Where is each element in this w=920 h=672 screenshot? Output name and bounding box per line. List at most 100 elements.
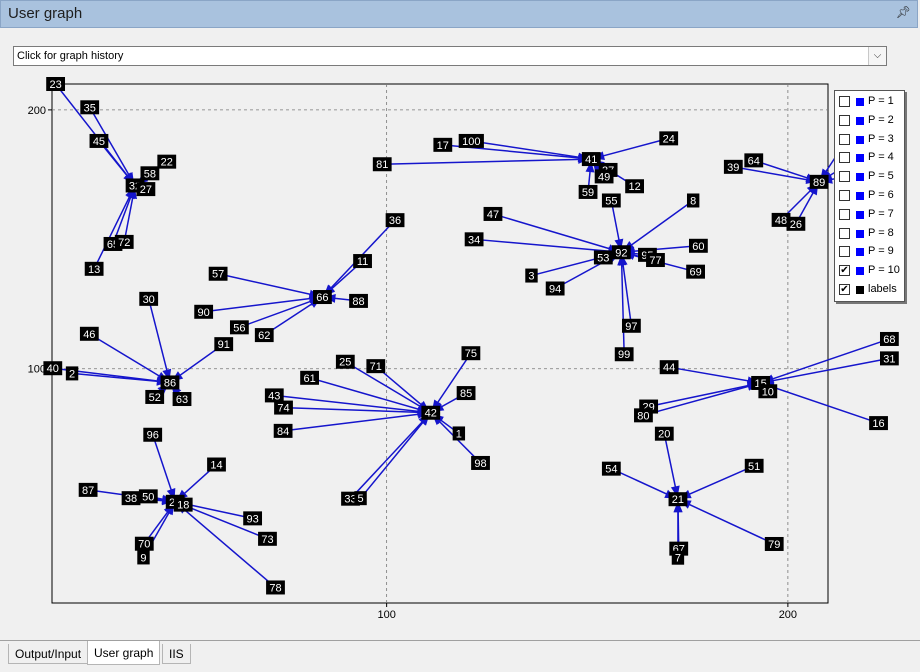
node-label: 54	[605, 464, 617, 476]
node-36: 36	[385, 213, 405, 228]
legend-item-11[interactable]: ✔ labels	[839, 282, 905, 298]
node-23: 23	[46, 77, 66, 91]
node-46: 46	[79, 326, 99, 341]
node-34: 34	[464, 232, 484, 247]
node-84: 84	[273, 423, 293, 438]
node-label: 34	[468, 234, 480, 246]
legend-item-7[interactable]: P = 7	[839, 207, 905, 223]
node-68: 68	[879, 331, 899, 346]
node-label: 42	[425, 408, 437, 420]
legend-checkbox[interactable]: ✔	[839, 284, 850, 295]
node-8: 8	[686, 193, 700, 208]
node-96: 96	[143, 427, 163, 442]
node-label: 74	[277, 403, 289, 415]
legend-item-2[interactable]: P = 2	[839, 113, 905, 129]
legend-item-4[interactable]: P = 4	[839, 150, 905, 166]
node-label: 36	[389, 215, 401, 227]
legend: P = 1 P = 2 P = 3 P = 4 P = 5 P = 6 P = 7 P = 8…	[834, 90, 905, 302]
legend-item-1[interactable]: P = 1	[839, 94, 905, 110]
node-label: 96	[147, 430, 159, 442]
node-label: 49	[598, 171, 610, 183]
node-label: 77	[649, 255, 661, 267]
legend-checkbox[interactable]	[839, 114, 850, 126]
node-73: 73	[258, 531, 277, 546]
node-label: 73	[261, 534, 273, 546]
node-18: 18	[173, 497, 193, 512]
node-94: 94	[545, 281, 565, 296]
legend-checkbox[interactable]	[839, 227, 850, 239]
graph-history-value: Click for graph history	[17, 50, 124, 62]
node-60: 60	[688, 238, 708, 253]
node-64: 64	[744, 153, 764, 168]
chevron-down-icon[interactable]: ⌵	[868, 47, 886, 65]
node-11: 11	[353, 254, 372, 269]
legend-swatch	[856, 286, 864, 294]
node-13: 13	[84, 261, 104, 276]
node-42: 42	[421, 405, 441, 420]
node-label: 69	[689, 267, 701, 279]
node-22: 22	[157, 154, 177, 169]
node-93: 93	[243, 511, 263, 526]
node-35: 35	[80, 100, 100, 115]
node-label: 58	[144, 168, 156, 180]
window-title: User graph	[8, 5, 83, 22]
node-label: 87	[82, 485, 94, 497]
y-tick-label: 100	[28, 364, 46, 376]
tab-user-graph[interactable]: User graph	[87, 641, 161, 665]
node-label: 56	[233, 322, 245, 334]
legend-checkbox[interactable]	[839, 208, 850, 220]
legend-item-5[interactable]: P = 5	[839, 169, 905, 185]
tab-iis[interactable]: IIS	[162, 644, 191, 664]
legend-label: P = 1	[868, 95, 894, 107]
tab-output-input[interactable]: Output/Input	[8, 644, 89, 664]
node-39: 39	[723, 159, 743, 174]
node-label: 81	[376, 159, 388, 171]
x-tick-label: 200	[779, 609, 797, 621]
node-label: 94	[549, 283, 561, 295]
graph-history-select[interactable]: Click for graph history ⌵	[13, 46, 887, 66]
node-27: 27	[136, 182, 156, 197]
pin-icon[interactable]: 📌︎	[896, 5, 911, 19]
legend-checkbox[interactable]	[839, 190, 850, 201]
node-label: 50	[142, 491, 154, 503]
node-label: 17	[437, 140, 449, 152]
legend-checkbox[interactable]: ✔	[839, 265, 850, 277]
legend-swatch	[856, 154, 864, 163]
legend-checkbox[interactable]	[839, 246, 850, 258]
legend-item-8[interactable]: P = 8	[839, 226, 905, 242]
window-titlebar: User graph 📌︎	[0, 0, 918, 28]
node-86: 86	[160, 375, 180, 390]
legend-item-10[interactable]: ✔ P = 10	[839, 263, 905, 279]
node-label: 59	[582, 187, 594, 199]
legend-item-9[interactable]: P = 9	[839, 244, 905, 260]
legend-checkbox[interactable]	[839, 171, 850, 183]
node-label: 80	[637, 410, 649, 422]
node-56: 56	[229, 320, 249, 335]
legend-checkbox[interactable]	[839, 133, 850, 145]
node-25: 25	[335, 354, 355, 369]
legend-item-6[interactable]: P = 6	[839, 188, 905, 204]
node-98: 98	[471, 455, 490, 470]
node-79: 79	[764, 536, 784, 551]
y-tick-label: 200	[28, 105, 46, 117]
node-77: 77	[646, 253, 665, 268]
node-38: 38	[121, 491, 141, 506]
node-26: 26	[786, 216, 806, 231]
node-87: 87	[78, 482, 98, 497]
node-50: 50	[138, 489, 158, 504]
node-label: 44	[663, 362, 675, 374]
legend-label: P = 5	[868, 170, 894, 183]
node-63: 63	[172, 392, 192, 407]
legend-checkbox[interactable]	[839, 96, 850, 107]
node-99: 99	[614, 347, 634, 362]
legend-label: P = 7	[868, 207, 894, 220]
node-45: 45	[89, 133, 109, 148]
user-graph-plot: 100 200200100322335455822276572134117 100 2…	[28, 77, 899, 621]
node-label: 75	[465, 348, 477, 360]
legend-checkbox[interactable]	[839, 152, 850, 164]
legend-item-3[interactable]: P = 3	[839, 132, 905, 148]
node-7: 7	[671, 550, 685, 565]
node-31: 31	[879, 351, 899, 366]
node-label: 55	[605, 195, 617, 207]
node-label: 71	[370, 361, 382, 373]
